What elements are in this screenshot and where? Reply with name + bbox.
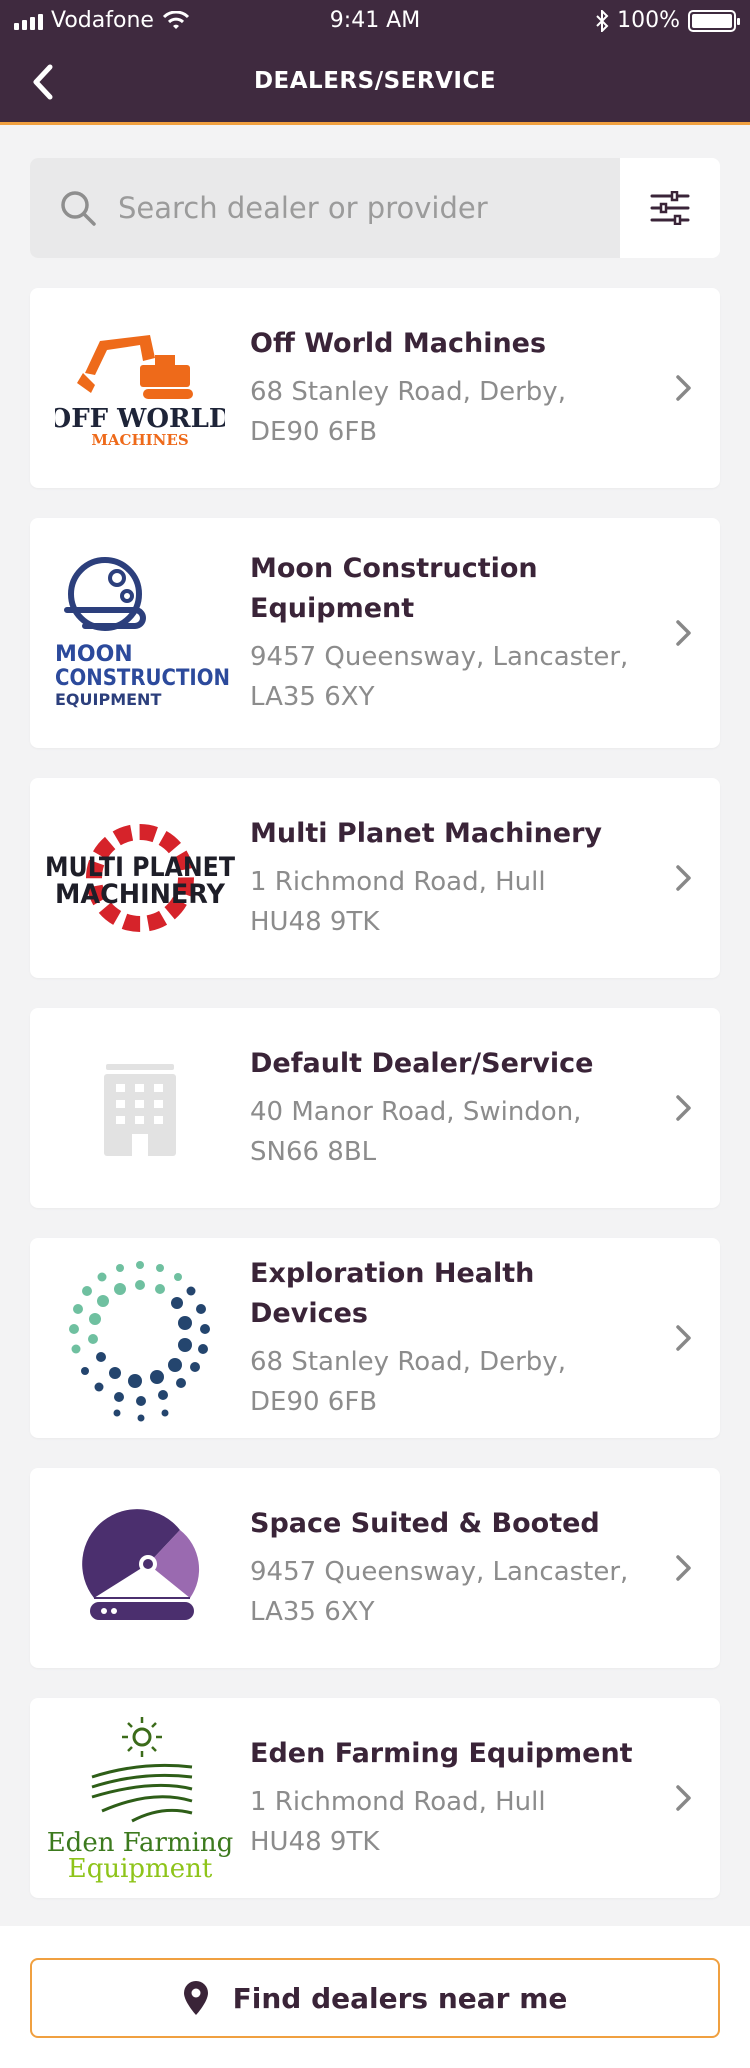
dealer-name: Off World Machines [250, 328, 547, 359]
svg-text:MOON: MOON [55, 642, 133, 667]
svg-text:CONSTRUCTION: CONSTRUCTION [55, 666, 230, 691]
status-bar: Vodafone 9:41 AM 100% [0, 0, 750, 44]
svg-text:MACHINES: MACHINES [91, 431, 188, 449]
svg-text:EQUIPMENT: EQUIPMENT [55, 690, 161, 709]
moon-construction-logo: MOON CONSTRUCTION EQUIPMENT [30, 548, 250, 718]
dealer-address: 9457 Queensway, Lancaster, LA35 6XY [250, 642, 629, 712]
dealer-card[interactable]: Default Dealer/Service 40 Manor Road, Sw… [30, 1008, 720, 1208]
dealer-name: Space Suited & Booted [250, 1508, 600, 1539]
svg-text:MACHINERY: MACHINERY [55, 879, 225, 910]
dealer-name: Eden Farming Equipment [250, 1738, 633, 1769]
dealer-card[interactable]: Space Suited & Booted 9457 Queensway, La… [30, 1468, 720, 1668]
find-dealers-label: Find dealers near me [232, 1981, 568, 2015]
dealer-address: 1 Richmond Road, Hull HU48 9TK [250, 867, 546, 937]
search-bar [30, 158, 720, 258]
svg-text:OFF WORLD: OFF WORLD [55, 404, 225, 434]
find-dealers-button[interactable]: Find dealers near me [30, 1958, 720, 2038]
bluetooth-icon [596, 9, 609, 32]
chevron-right-icon [676, 620, 691, 646]
dealer-name: Default Dealer/Service [250, 1048, 594, 1079]
bottom-bar: Find dealers near me [0, 1926, 750, 2068]
dealer-list: OFF WORLD MACHINES Off World Machines 68… [30, 288, 720, 1928]
app-header: Vodafone 9:41 AM 100% DEALERS/SERVICE [0, 0, 750, 125]
dealer-name: Exploration Health Devices [250, 1258, 535, 1329]
dealer-address: 40 Manor Road, Swindon, SN66 8BL [250, 1097, 582, 1167]
dealer-address: 9457 Queensway, Lancaster, LA35 6XY [250, 1557, 629, 1627]
battery-percent: 100% [617, 8, 680, 33]
multi-planet-logo: MULTI PLANET MACHINERY [30, 813, 250, 943]
location-pin-icon [183, 1981, 208, 2015]
dealer-card[interactable]: MULTI PLANET MACHINERY Multi Planet Mach… [30, 778, 720, 978]
dealer-name: Moon Construction Equipment [250, 553, 538, 624]
filter-button[interactable] [620, 158, 720, 258]
search-icon [61, 191, 96, 226]
dealer-card[interactable]: MOON CONSTRUCTION EQUIPMENT Moon Constru… [30, 518, 720, 748]
chevron-right-icon [676, 865, 691, 891]
dot-ring-logo [30, 1253, 250, 1423]
dealer-address: 68 Stanley Road, Derby, DE90 6FB [250, 1347, 566, 1417]
chevron-right-icon [676, 375, 691, 401]
dealer-card[interactable]: OFF WORLD MACHINES Off World Machines 68… [30, 288, 720, 488]
helmet-logo [30, 1508, 250, 1628]
dealer-address: 1 Richmond Road, Hull HU48 9TK [250, 1787, 546, 1857]
eden-farming-logo: Eden Farming Equipment [30, 1713, 250, 1883]
sliders-icon [650, 191, 690, 225]
search-field[interactable] [30, 158, 620, 258]
chevron-right-icon [676, 1785, 691, 1811]
building-icon [30, 1058, 250, 1158]
search-input[interactable] [118, 191, 618, 225]
chevron-right-icon [676, 1555, 691, 1581]
dealer-card[interactable]: Eden Farming Equipment Eden Farming Equi… [30, 1698, 720, 1898]
dealer-address: 68 Stanley Road, Derby, DE90 6FB [250, 377, 566, 447]
battery-icon [688, 9, 740, 32]
off-world-machines-logo: OFF WORLD MACHINES [30, 323, 250, 453]
chevron-right-icon [676, 1095, 691, 1121]
dealer-name: Multi Planet Machinery [250, 818, 603, 849]
page-title: DEALERS/SERVICE [253, 68, 497, 94]
dealer-card[interactable]: Exploration Health Devices 68 Stanley Ro… [30, 1238, 720, 1438]
chevron-right-icon [676, 1325, 691, 1351]
svg-text:Equipment: Equipment [68, 1854, 213, 1883]
